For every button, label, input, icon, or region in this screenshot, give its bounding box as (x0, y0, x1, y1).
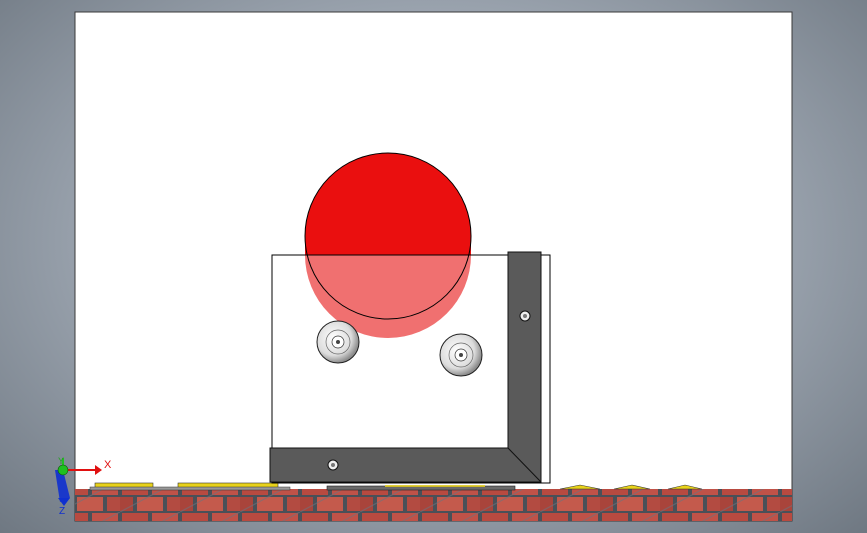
graphics-viewport[interactable]: X Y Z (0, 0, 867, 533)
roller-left[interactable] (316, 320, 360, 364)
triad-x-label: X (104, 459, 112, 471)
brick-floor (75, 489, 792, 521)
roller-right[interactable] (439, 333, 483, 377)
bracket-hole-lower (327, 459, 339, 471)
triad-z-label: Z (59, 506, 65, 517)
triad-y-label: Y (58, 456, 64, 466)
yellow-floor-parts-left (89, 482, 291, 491)
bracket-hole-upper (519, 310, 531, 322)
